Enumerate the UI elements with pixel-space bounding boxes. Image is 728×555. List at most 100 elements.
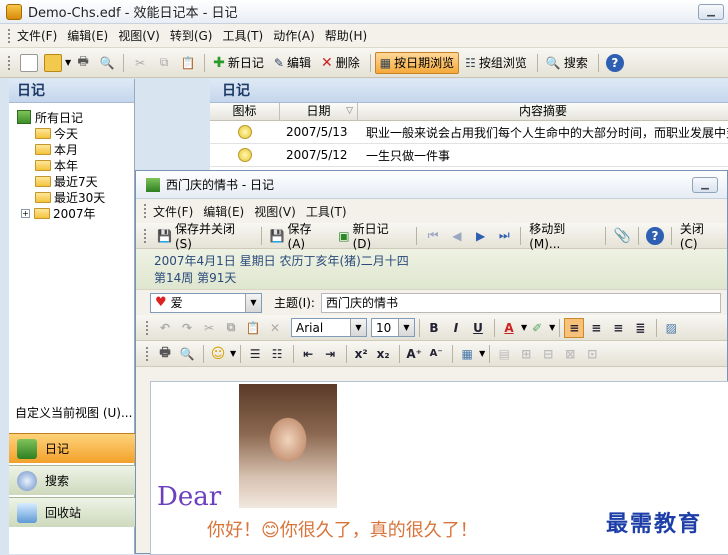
emoticon-dropdown-icon[interactable]: ▼ [230, 349, 236, 358]
search-button[interactable]: 🔍 搜索 [542, 52, 592, 74]
toolbar-grip[interactable] [8, 55, 11, 70]
expand-plus-icon[interactable]: + [21, 208, 30, 218]
help-icon[interactable]: ? [605, 53, 624, 72]
font-size-select[interactable]: 10 ▼ [371, 318, 415, 337]
menu-actions[interactable]: 动作(A) [273, 27, 315, 44]
tree-item-today[interactable]: 今天 [17, 125, 134, 141]
delete-column-icon[interactable]: ⊡ [582, 344, 602, 364]
cut-icon[interactable]: ✂ [199, 318, 219, 338]
table-properties-icon[interactable]: ▤ [494, 344, 514, 364]
insert-image-icon[interactable]: ▨ [661, 318, 681, 338]
new-diary-button[interactable]: ✚ 新日记 [209, 52, 268, 74]
editor-toolbar-grip[interactable] [144, 228, 147, 243]
font-color-icon[interactable]: A [499, 318, 519, 338]
previous-record-icon[interactable]: ◀ [448, 227, 466, 245]
align-center-icon[interactable]: ≡ [586, 318, 606, 338]
align-left-icon[interactable]: ≡ [564, 317, 585, 338]
menubar-grip[interactable] [8, 28, 11, 43]
align-right-icon[interactable]: ≡ [608, 318, 628, 338]
column-header-date[interactable]: 日期 ▽ [280, 103, 358, 120]
print-icon[interactable]: 🖶 [155, 344, 175, 364]
tree-item-all[interactable]: 所有日记 [17, 109, 134, 125]
delete-button[interactable]: ✕ 删除 [317, 52, 364, 74]
format-toolbar-grip[interactable] [146, 320, 149, 335]
nav-recycle-bin-button[interactable]: 回收站 [9, 497, 135, 527]
first-record-icon[interactable]: ⏮ [424, 227, 442, 245]
size-dropdown-arrow-icon[interactable]: ▼ [398, 319, 414, 336]
menu-file[interactable]: 文件(F) [17, 27, 57, 44]
insert-row-icon[interactable]: ⊟ [538, 344, 558, 364]
menu-view[interactable]: 视图(V) [118, 27, 160, 44]
open-folder-icon[interactable] [44, 53, 62, 72]
menu-help[interactable]: 帮助(H) [325, 27, 367, 44]
undo-icon[interactable]: ↶ [155, 318, 175, 338]
decrease-indent-icon[interactable]: ⇤ [298, 344, 318, 364]
insert-column-icon[interactable]: ⊠ [560, 344, 580, 364]
mood-select[interactable]: ♥ 爱 ▼ [150, 292, 262, 313]
cut-icon[interactable]: ✂ [131, 54, 149, 72]
font-family-select[interactable]: Arial ▼ [291, 318, 367, 337]
tree-item-2007[interactable]: + 2007年 [17, 205, 134, 221]
copy-icon[interactable]: ⧉ [155, 54, 173, 72]
highlight-dropdown-icon[interactable]: ▼ [549, 323, 555, 332]
redo-icon[interactable]: ↷ [177, 318, 197, 338]
column-header-icon[interactable]: 图标 [210, 103, 280, 120]
menu-edit[interactable]: 编辑(E) [67, 27, 108, 44]
menu-goto[interactable]: 转到(G) [170, 27, 213, 44]
editor-menu-file[interactable]: 文件(F) [153, 203, 193, 220]
new-document-icon[interactable] [20, 53, 38, 72]
grow-font-icon[interactable]: A⁺ [404, 344, 424, 364]
print-icon[interactable]: 🖶 [74, 54, 92, 72]
format-toolbar-2-grip[interactable] [146, 346, 149, 361]
editor-menu-edit[interactable]: 编辑(E) [203, 203, 244, 220]
merge-cells-icon[interactable]: ⊞ [516, 344, 536, 364]
italic-icon[interactable]: I [446, 318, 466, 338]
copy-icon[interactable]: ⧉ [221, 318, 241, 338]
tree-item-this-month[interactable]: 本月 [17, 141, 134, 157]
editor-menu-tools[interactable]: 工具(T) [306, 203, 347, 220]
minimize-button[interactable]: ▁ [698, 4, 724, 20]
attachment-icon[interactable]: 📎 [613, 227, 631, 245]
close-button[interactable]: 关闭(C) [676, 222, 725, 251]
nav-diary-button[interactable]: 日记 [9, 433, 135, 463]
last-record-icon[interactable]: ⏭ [495, 227, 513, 245]
increase-indent-icon[interactable]: ⇥ [320, 344, 340, 364]
emoticon-icon[interactable]: ☺ [208, 344, 228, 364]
print-preview-icon[interactable]: 🔍 [177, 344, 197, 364]
nav-search-button[interactable]: 搜索 [9, 465, 135, 495]
edit-button[interactable]: ✎ 编辑 [270, 52, 315, 74]
next-record-icon[interactable]: ▶ [472, 227, 490, 245]
editor-help-icon[interactable]: ? [646, 226, 664, 245]
font-dropdown-arrow-icon[interactable]: ▼ [350, 319, 366, 336]
customize-view-link[interactable]: 自定义当前视图 (U)... [9, 403, 135, 423]
editor-menubar-grip[interactable] [144, 204, 147, 218]
editor-menu-view[interactable]: 视图(V) [254, 203, 296, 220]
save-button[interactable]: 💾 保存(A) [266, 222, 333, 251]
shrink-font-icon[interactable]: A⁻ [426, 344, 446, 364]
justify-icon[interactable]: ≣ [630, 318, 650, 338]
table-row[interactable]: 2007/5/12 一生只做一件事 [210, 144, 728, 167]
subscript-icon[interactable]: x₂ [373, 344, 393, 364]
browse-by-group-button[interactable]: ☷ 按组浏览 [461, 52, 531, 74]
paste-icon[interactable]: 📋 [243, 318, 263, 338]
subject-input[interactable]: 西门庆的情书 [320, 292, 721, 313]
save-and-close-button[interactable]: 💾 保存并关闭(S) [153, 222, 255, 251]
highlight-icon[interactable]: ✐ [527, 318, 547, 338]
insert-table-icon[interactable]: ▦ [457, 344, 477, 364]
editor-minimize-button[interactable]: ▁ [692, 177, 718, 193]
tree-item-last-30-days[interactable]: 最近30天 [17, 189, 134, 205]
table-row[interactable]: 2007/5/13 职业一般来说会占用我们每个人生命中的大部分时间，而职业发展中… [210, 121, 728, 144]
clear-icon[interactable]: ✕ [265, 318, 285, 338]
menu-tools[interactable]: 工具(T) [222, 27, 263, 44]
table-dropdown-icon[interactable]: ▼ [479, 349, 485, 358]
move-to-button[interactable]: 移动到(M)... [525, 222, 599, 251]
tree-item-last-7-days[interactable]: 最近7天 [17, 173, 134, 189]
editor-new-diary-button[interactable]: ▣ 新日记(D) [334, 222, 410, 251]
paste-icon[interactable]: 📋 [179, 54, 197, 72]
underline-icon[interactable]: U [468, 318, 488, 338]
bullet-list-icon[interactable]: ☰ [245, 344, 265, 364]
bold-icon[interactable]: B [424, 318, 444, 338]
column-header-summary[interactable]: 内容摘要 [358, 103, 728, 120]
tree-item-this-year[interactable]: 本年 [17, 157, 134, 173]
print-preview-icon[interactable]: 🔍 [98, 54, 116, 72]
